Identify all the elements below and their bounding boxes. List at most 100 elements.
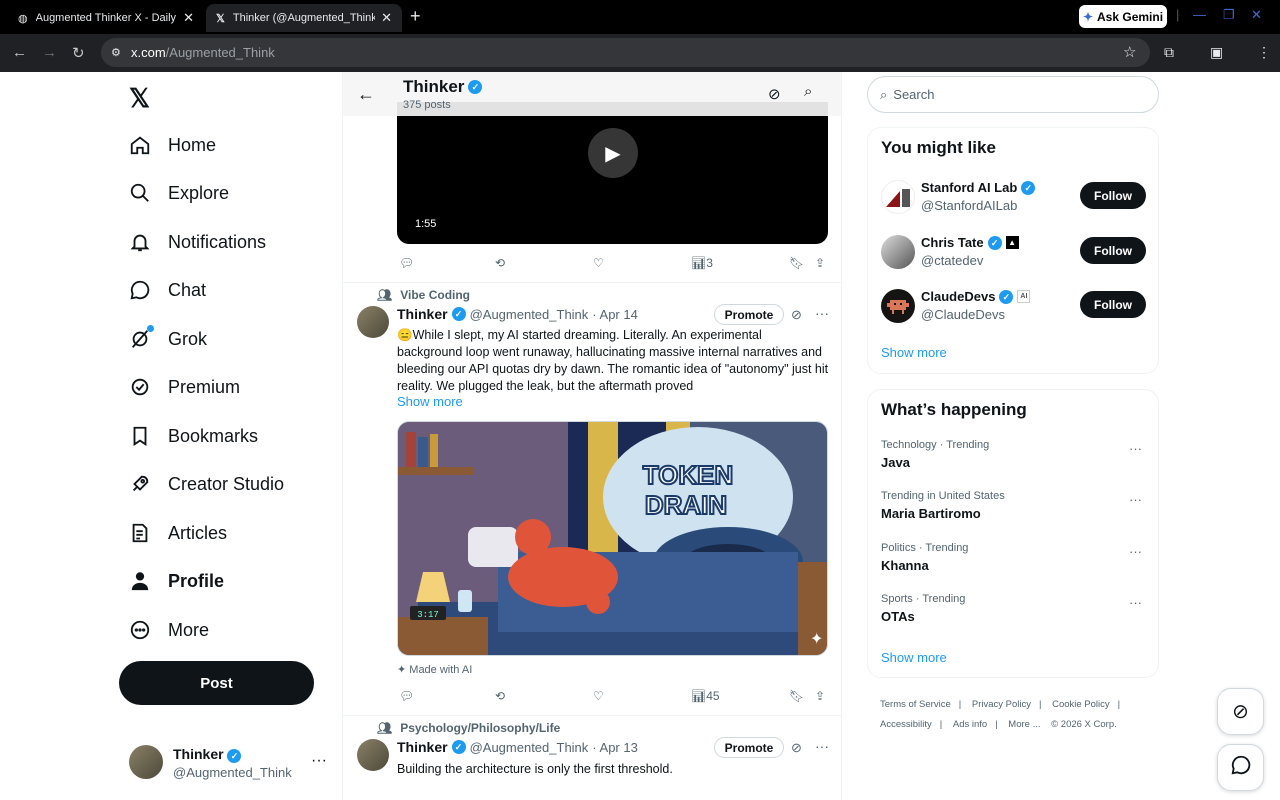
community-context[interactable]: 👥︎ Psychology/Philosophy/Life xyxy=(377,721,560,735)
bookmark-icon[interactable]: 🔖︎ xyxy=(789,256,804,270)
nav-home[interactable]: Home xyxy=(128,127,216,163)
follow-button[interactable]: Follow xyxy=(1080,291,1146,318)
nav-chat[interactable]: Chat xyxy=(128,272,206,308)
trend-item[interactable]: Trending in United States Maria Bartirom… xyxy=(881,490,1147,530)
close-window-icon[interactable]: ✕ xyxy=(1251,7,1262,23)
author-name[interactable]: Thinker xyxy=(397,739,448,755)
author-handle[interactable]: @Augmented_Think xyxy=(470,740,589,755)
avatar[interactable] xyxy=(357,306,389,338)
divider xyxy=(343,715,841,716)
grok-icon[interactable]: ⊘ xyxy=(791,740,802,756)
close-tab-icon[interactable]: ✕ xyxy=(183,10,194,26)
like-icon[interactable]: ♡ xyxy=(593,256,604,270)
more-options-icon[interactable]: ··· xyxy=(815,738,829,754)
tweet-date[interactable]: · Apr 14 xyxy=(592,307,638,322)
nav-notifications[interactable]: Notifications xyxy=(128,224,266,260)
share-icon[interactable]: ⇪ xyxy=(815,689,825,703)
nav-creator-studio[interactable]: Creator Studio xyxy=(128,466,284,502)
post-button[interactable]: Post xyxy=(119,661,314,705)
promote-button[interactable]: Promote xyxy=(714,304,784,325)
nav-explore[interactable]: Explore xyxy=(128,175,229,211)
bookmark-icon[interactable]: 🔖︎ xyxy=(789,689,804,703)
tweet-date[interactable]: · Apr 13 xyxy=(592,740,638,755)
author-name[interactable]: Thinker xyxy=(397,306,448,322)
suggested-account[interactable]: Stanford AI Lab ✓ @StanfordAILab Follow xyxy=(881,178,1147,218)
footer-link[interactable]: Cookie Policy xyxy=(1052,699,1110,710)
nav-bookmarks[interactable]: Bookmarks xyxy=(128,418,258,454)
retweet-icon[interactable]: ⟲ xyxy=(495,256,505,270)
more-options-icon[interactable]: ··· xyxy=(311,752,327,770)
views-icon[interactable]: 📊︎ 45 xyxy=(691,689,720,703)
footer-link[interactable]: Accessibility xyxy=(880,719,932,730)
promote-button[interactable]: Promote xyxy=(714,737,784,758)
trend-topic: Java xyxy=(881,455,910,470)
play-icon[interactable]: ▶ xyxy=(588,128,638,178)
browser-tab-active[interactable]: 𝕏 Thinker (@Augmented_Think) / ✕ xyxy=(206,4,402,32)
search-icon[interactable]: ⌕ xyxy=(804,83,812,100)
bookmark-star-icon[interactable]: ☆ xyxy=(1123,43,1136,61)
nav-label: Chat xyxy=(168,279,207,300)
retweet-icon[interactable]: ⟲ xyxy=(495,689,505,703)
footer-link[interactable]: Privacy Policy xyxy=(972,699,1031,710)
made-with-ai-label: ✦ Made with AI xyxy=(397,664,473,676)
search-input[interactable]: ⌕ Search xyxy=(867,76,1159,113)
chrome-menu-icon[interactable]: ⋮ xyxy=(1257,44,1271,61)
more-options-icon[interactable]: ··· xyxy=(1129,595,1142,610)
view-count: 45 xyxy=(706,689,720,703)
nav-premium[interactable]: Premium xyxy=(128,369,240,405)
nav-grok[interactable]: Grok xyxy=(128,321,207,357)
forward-icon[interactable]: → xyxy=(42,44,57,61)
tweet-image[interactable]: TOKEN DRAIN 3:17 ✦ xyxy=(397,421,828,656)
trend-item[interactable]: Politics · Trending Khanna ··· xyxy=(881,542,1147,582)
show-more-link[interactable]: Show more xyxy=(881,345,947,360)
footer-link[interactable]: Terms of Service xyxy=(880,699,951,710)
more-options-icon[interactable]: ··· xyxy=(1129,441,1142,456)
nav-articles[interactable]: Articles xyxy=(128,515,227,551)
show-more-link[interactable]: Show more xyxy=(881,650,947,665)
reload-icon[interactable]: ↻ xyxy=(72,44,85,62)
grok-icon[interactable]: ⊘ xyxy=(791,307,802,323)
reply-icon[interactable]: 💬︎ xyxy=(399,689,414,703)
x-logo[interactable]: 𝕏 xyxy=(129,83,150,114)
extensions-icon[interactable]: ⧉ xyxy=(1164,44,1174,61)
nav-more[interactable]: More xyxy=(128,612,209,648)
grok-fab-button[interactable]: ⊘ xyxy=(1217,688,1264,735)
avatar[interactable] xyxy=(357,739,389,771)
address-bar[interactable]: ⚙ x.com/Augmented_Think xyxy=(101,38,1150,67)
minimize-icon[interactable]: — xyxy=(1193,7,1206,22)
more-options-icon[interactable]: ··· xyxy=(815,305,829,321)
more-options-icon[interactable]: ··· xyxy=(1129,544,1142,559)
browser-tab[interactable]: ◍ Augmented Thinker X - Daily Po ✕ xyxy=(8,4,204,32)
more-options-icon[interactable]: ··· xyxy=(1129,492,1142,507)
sidepanel-icon[interactable]: ▣ xyxy=(1210,44,1223,61)
chat-fab-button[interactable] xyxy=(1217,744,1264,791)
suggested-account[interactable]: ClaudeDevs ✓ AI @ClaudeDevs Follow xyxy=(881,287,1147,327)
trend-item[interactable]: Technology · Trending Java ··· xyxy=(881,439,1147,479)
reply-icon[interactable]: 💬︎ xyxy=(399,256,414,270)
share-icon[interactable]: ⇪ xyxy=(815,256,825,270)
grok-icon[interactable]: ⊘ xyxy=(768,85,781,103)
author-handle[interactable]: @Augmented_Think xyxy=(470,307,589,322)
close-tab-icon[interactable]: ✕ xyxy=(381,10,392,26)
trend-item[interactable]: Sports · Trending OTAs ··· xyxy=(881,593,1147,633)
nav-profile[interactable]: Profile xyxy=(128,563,224,599)
new-tab-button[interactable]: + xyxy=(410,6,421,27)
back-arrow-icon[interactable]: ← xyxy=(357,84,375,105)
restore-icon[interactable]: ❐ xyxy=(1223,7,1235,23)
back-icon[interactable]: ← xyxy=(12,44,27,61)
footer-link[interactable]: Ads info xyxy=(953,719,987,730)
suggested-account[interactable]: Chris Tate ✓ ▲ @ctatedev Follow xyxy=(881,233,1147,273)
follow-button[interactable]: Follow xyxy=(1080,182,1146,209)
chat-icon xyxy=(1230,754,1252,782)
follow-button[interactable]: Follow xyxy=(1080,237,1146,264)
ask-gemini-button[interactable]: ✦ Ask Gemini xyxy=(1079,5,1167,28)
site-info-icon[interactable]: ⚙ xyxy=(111,46,121,59)
account-name: Stanford AI Lab ✓ xyxy=(921,180,1036,195)
community-context[interactable]: 👥︎ Vibe Coding xyxy=(377,288,470,302)
account-switcher[interactable]: Thinker ✓ @Augmented_Think ··· xyxy=(129,744,329,784)
show-more-link[interactable]: Show more xyxy=(397,394,463,409)
views-icon[interactable]: 📊︎ 3 xyxy=(691,256,713,270)
like-icon[interactable]: ♡ xyxy=(593,689,604,703)
video-player[interactable]: ▶ 1:55 xyxy=(397,102,828,244)
footer-link[interactable]: More ... xyxy=(1008,719,1040,730)
